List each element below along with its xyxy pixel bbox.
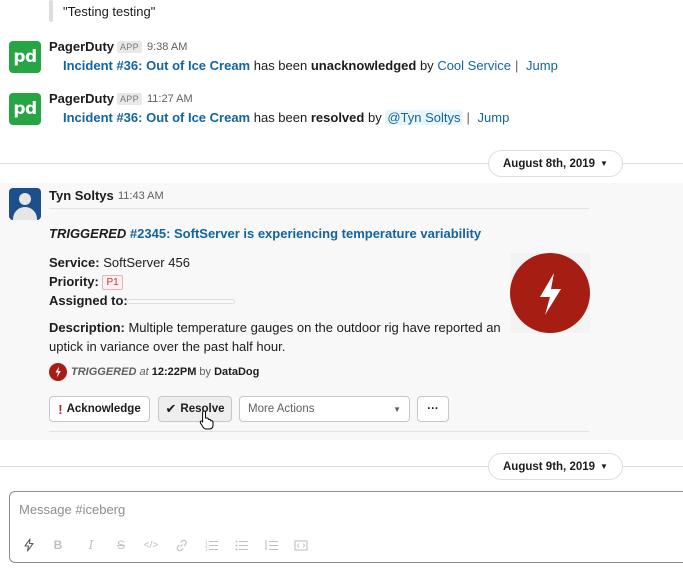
resolve-button[interactable]: ✔ Resolve: [158, 396, 232, 422]
acknowledge-button[interactable]: ! Acknowledge: [49, 396, 150, 422]
bulleted-list-icon[interactable]: [226, 536, 256, 554]
app-badge: APP: [117, 93, 142, 105]
italic-icon[interactable]: I: [76, 536, 106, 554]
indent-icon[interactable]: [256, 536, 286, 554]
priority-badge: P1: [102, 275, 123, 290]
message-timestamp[interactable]: 11:43 AM: [118, 190, 164, 202]
chevron-down-icon: ▼: [600, 159, 608, 168]
pagerduty-avatar[interactable]: pd: [9, 93, 41, 125]
incident-status: unacknowledged: [310, 58, 417, 73]
quoted-text: "Testing testing": [63, 4, 156, 19]
alert-incident-link[interactable]: #2345: SoftServer is experiencing temper…: [130, 226, 481, 241]
alert-title: TRIGGERED #2345: SoftServer is experienc…: [49, 226, 481, 241]
code-icon[interactable]: </>: [136, 536, 166, 554]
priority-label: Priority:: [49, 274, 99, 289]
message-body: Incident #36: Out of Ice Cream has been …: [63, 110, 509, 125]
quote-bar: [49, 0, 53, 22]
alert-footer: TRIGGERED at 12:22PM by DataDog: [71, 366, 259, 378]
ordered-list-icon[interactable]: 123: [196, 536, 226, 554]
overflow-menu-button[interactable]: ···: [417, 396, 449, 422]
assignee-placeholder-bar: [127, 299, 235, 304]
user-avatar[interactable]: [9, 188, 41, 220]
bold-icon[interactable]: B: [40, 536, 76, 554]
footer-status: TRIGGERED: [71, 366, 137, 378]
more-actions-label: More Actions: [248, 403, 315, 415]
footer-at: at: [139, 366, 149, 378]
pagerduty-avatar[interactable]: pd: [9, 41, 41, 73]
footer-source: DataDog: [214, 366, 260, 378]
chevron-down-icon: ▼: [600, 462, 608, 471]
date-label: August 8th, 2019: [503, 157, 596, 170]
more-actions-select[interactable]: More Actions ▼: [239, 396, 410, 422]
pointer-hand-cursor-icon: [199, 410, 215, 433]
alert-thumbnail[interactable]: [510, 253, 590, 333]
composer-placeholder: Message #iceberg: [19, 502, 126, 517]
avatar-head: [19, 193, 31, 205]
separator: |: [515, 58, 519, 73]
footer-by: by: [199, 366, 212, 378]
description-field: Description: Multiple temperature gauges…: [49, 318, 509, 356]
avatar-text: pd: [13, 99, 37, 119]
lightning-bolt-icon: [49, 363, 67, 381]
app-badge: APP: [117, 41, 142, 53]
sender-name[interactable]: PagerDuty: [49, 39, 114, 54]
user-mention[interactable]: @Tyn Soltys: [385, 110, 463, 125]
attachment-bottom-border: [49, 431, 589, 432]
sender-name[interactable]: PagerDuty: [49, 91, 114, 106]
code-block-icon[interactable]: [286, 536, 316, 554]
avatar-text: pd: [13, 47, 37, 67]
date-divider-button[interactable]: August 9th, 2019 ▼: [488, 453, 623, 480]
assigned-field: Assigned to:: [49, 293, 128, 308]
lightning-bolt-icon: [510, 253, 590, 333]
footer-time: 12:22PM: [151, 366, 197, 378]
date-label: August 9th, 2019: [503, 460, 596, 473]
incident-status: resolved: [310, 110, 365, 125]
text-has-been: has been: [253, 58, 308, 73]
exclamation-icon: !: [58, 401, 63, 417]
message-timestamp[interactable]: 11:27 AM: [147, 93, 193, 105]
separator: |: [466, 110, 470, 125]
checkmark-icon: ✔: [165, 401, 177, 416]
message-composer[interactable]: Message #iceberg B I S </> 123: [9, 491, 683, 563]
priority-field: Priority: P1: [49, 274, 123, 290]
attachment-top-border: [49, 208, 589, 209]
service-label: Service:: [49, 255, 100, 270]
service-value: SoftServer 456: [103, 255, 190, 270]
shortcuts-lightning-icon[interactable]: [18, 536, 40, 554]
service-field: Service: SoftServer 456: [49, 255, 190, 270]
assigned-label: Assigned to:: [49, 293, 128, 308]
text-by: by: [367, 110, 382, 125]
incident-link[interactable]: Incident #36: Out of Ice Cream: [63, 58, 250, 73]
acknowledge-label: Acknowledge: [66, 403, 141, 415]
link-icon[interactable]: [166, 536, 196, 554]
strikethrough-icon[interactable]: S: [106, 536, 136, 554]
avatar-body: [13, 207, 37, 220]
formatting-toolbar: B I S </> 123: [18, 536, 316, 554]
svg-text:3: 3: [205, 547, 208, 551]
sender-name[interactable]: Tyn Soltys: [49, 188, 114, 203]
message-body: Incident #36: Out of Ice Cream has been …: [63, 58, 558, 73]
description-label: Description:: [49, 320, 125, 335]
message-timestamp[interactable]: 9:38 AM: [147, 41, 187, 53]
ellipsis-icon: ···: [427, 403, 439, 415]
jump-link[interactable]: Jump: [526, 58, 558, 73]
text-has-been: has been: [253, 110, 308, 125]
actor-link[interactable]: Cool Service: [437, 58, 511, 73]
date-divider-button[interactable]: August 8th, 2019 ▼: [488, 150, 623, 177]
triggered-label: TRIGGERED: [49, 226, 127, 241]
text-by: by: [419, 58, 434, 73]
incident-link[interactable]: Incident #36: Out of Ice Cream: [63, 110, 250, 125]
jump-link[interactable]: Jump: [478, 110, 510, 125]
chevron-down-icon: ▼: [393, 404, 401, 414]
